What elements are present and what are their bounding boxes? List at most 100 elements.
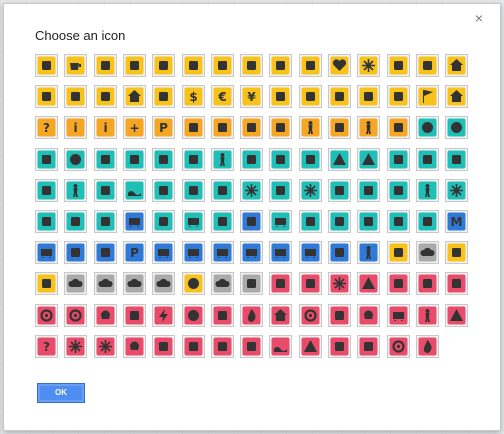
- music-icon[interactable]: [416, 54, 439, 77]
- playground-icon[interactable]: [416, 148, 439, 171]
- skull-icon[interactable]: [123, 335, 146, 358]
- motorbike-icon[interactable]: [64, 241, 87, 264]
- bus-icon[interactable]: [123, 210, 146, 233]
- lightning-icon[interactable]: [152, 304, 175, 327]
- football-icon[interactable]: [182, 148, 205, 171]
- ski-lift-icon[interactable]: [387, 179, 410, 202]
- heart-icon[interactable]: [328, 54, 351, 77]
- bowling-icon[interactable]: [64, 148, 87, 171]
- wrench-icon[interactable]: [64, 85, 87, 108]
- ferris-wheel-icon[interactable]: [240, 179, 263, 202]
- shopping-bag-icon[interactable]: [182, 54, 205, 77]
- bicycle-icon[interactable]: [94, 241, 117, 264]
- close-icon[interactable]: ×: [472, 11, 486, 25]
- pet-icon[interactable]: [387, 85, 410, 108]
- tram-icon[interactable]: [269, 210, 292, 233]
- hail-icon[interactable]: [64, 272, 87, 295]
- euro-icon[interactable]: €: [211, 85, 234, 108]
- tennis-icon[interactable]: [416, 116, 439, 139]
- warning-icon[interactable]: [357, 272, 380, 295]
- search-icon[interactable]: [182, 179, 205, 202]
- creature-icon[interactable]: [152, 335, 175, 358]
- theater-icon[interactable]: [299, 54, 322, 77]
- walking-icon[interactable]: [357, 241, 380, 264]
- fast-food-icon[interactable]: [123, 54, 146, 77]
- ice-cream-icon[interactable]: [152, 54, 175, 77]
- thermometer-icon[interactable]: [182, 335, 205, 358]
- snowboard-icon[interactable]: [299, 148, 322, 171]
- ferry-icon[interactable]: [94, 210, 117, 233]
- hotel-icon[interactable]: [123, 85, 146, 108]
- boat-icon[interactable]: [387, 210, 410, 233]
- video-icon[interactable]: [357, 85, 380, 108]
- radiation-icon[interactable]: [94, 335, 117, 358]
- blender-icon[interactable]: [269, 272, 292, 295]
- anchor-icon[interactable]: [416, 210, 439, 233]
- surfing-icon[interactable]: [152, 179, 175, 202]
- flower-icon[interactable]: [357, 54, 380, 77]
- cable-car-icon[interactable]: [152, 210, 175, 233]
- rail-icon[interactable]: [211, 241, 234, 264]
- flood-icon[interactable]: [269, 304, 292, 327]
- ship-icon[interactable]: [211, 210, 234, 233]
- earthquake-icon[interactable]: [328, 335, 351, 358]
- tunnel-icon[interactable]: [328, 241, 351, 264]
- hospital-icon[interactable]: +: [123, 116, 146, 139]
- camera-icon[interactable]: [299, 85, 322, 108]
- info-italic-icon[interactable]: i: [64, 116, 87, 139]
- tsunami-icon[interactable]: [269, 335, 292, 358]
- dollar-icon[interactable]: $: [182, 85, 205, 108]
- basketball-icon[interactable]: [445, 116, 468, 139]
- yen-icon[interactable]: ¥: [240, 85, 263, 108]
- spiral-icon[interactable]: [35, 304, 58, 327]
- rain-icon[interactable]: [94, 272, 117, 295]
- restroom-icon[interactable]: [328, 116, 351, 139]
- info-icon[interactable]: i: [94, 116, 117, 139]
- biohazard-icon[interactable]: [328, 272, 351, 295]
- shopping-cart-icon[interactable]: [269, 54, 292, 77]
- paw-icon[interactable]: [299, 272, 322, 295]
- restaurant-icon[interactable]: [35, 54, 58, 77]
- swimming-icon[interactable]: [94, 179, 117, 202]
- ski-jump-icon[interactable]: [357, 179, 380, 202]
- car-icon[interactable]: [182, 241, 205, 264]
- bus-front-icon[interactable]: [35, 241, 58, 264]
- snowflake-icon[interactable]: [445, 179, 468, 202]
- windmill-icon[interactable]: [387, 335, 410, 358]
- sailing-icon[interactable]: [35, 179, 58, 202]
- gas-station-icon[interactable]: [94, 85, 117, 108]
- sunrise-icon[interactable]: [445, 241, 468, 264]
- partly-cloudy-icon[interactable]: [387, 241, 410, 264]
- train-icon[interactable]: [182, 210, 205, 233]
- woman-icon[interactable]: [357, 116, 380, 139]
- metro-icon[interactable]: M: [445, 210, 468, 233]
- poison-icon[interactable]: [94, 304, 117, 327]
- mail-icon[interactable]: [328, 85, 351, 108]
- wheelchair-icon[interactable]: [387, 116, 410, 139]
- airport-icon[interactable]: [35, 210, 58, 233]
- help-icon[interactable]: ?: [35, 116, 58, 139]
- unknown-icon[interactable]: ?: [35, 335, 58, 358]
- racing-flag-icon[interactable]: [445, 148, 468, 171]
- bus-side-icon[interactable]: [269, 241, 292, 264]
- storm-funnel-icon[interactable]: [240, 335, 263, 358]
- star-person-icon[interactable]: [211, 116, 234, 139]
- skater-icon[interactable]: [416, 179, 439, 202]
- parking-blue-icon[interactable]: P: [123, 241, 146, 264]
- leak-icon[interactable]: [357, 335, 380, 358]
- gun-icon[interactable]: [445, 272, 468, 295]
- heart-rate-icon[interactable]: [123, 304, 146, 327]
- hiking-icon[interactable]: [211, 148, 234, 171]
- bird-icon[interactable]: [35, 148, 58, 171]
- storm-icon[interactable]: [211, 272, 234, 295]
- virus-icon[interactable]: [64, 335, 87, 358]
- scissors-icon[interactable]: [152, 85, 175, 108]
- half-sun-icon[interactable]: [269, 179, 292, 202]
- mountain-icon[interactable]: [328, 148, 351, 171]
- cafe-icon[interactable]: [64, 54, 87, 77]
- truck-icon[interactable]: [299, 241, 322, 264]
- ok-button[interactable]: OK: [37, 383, 85, 403]
- phone-icon[interactable]: [182, 116, 205, 139]
- home-icon[interactable]: [445, 54, 468, 77]
- heavy-rain-icon[interactable]: [152, 272, 175, 295]
